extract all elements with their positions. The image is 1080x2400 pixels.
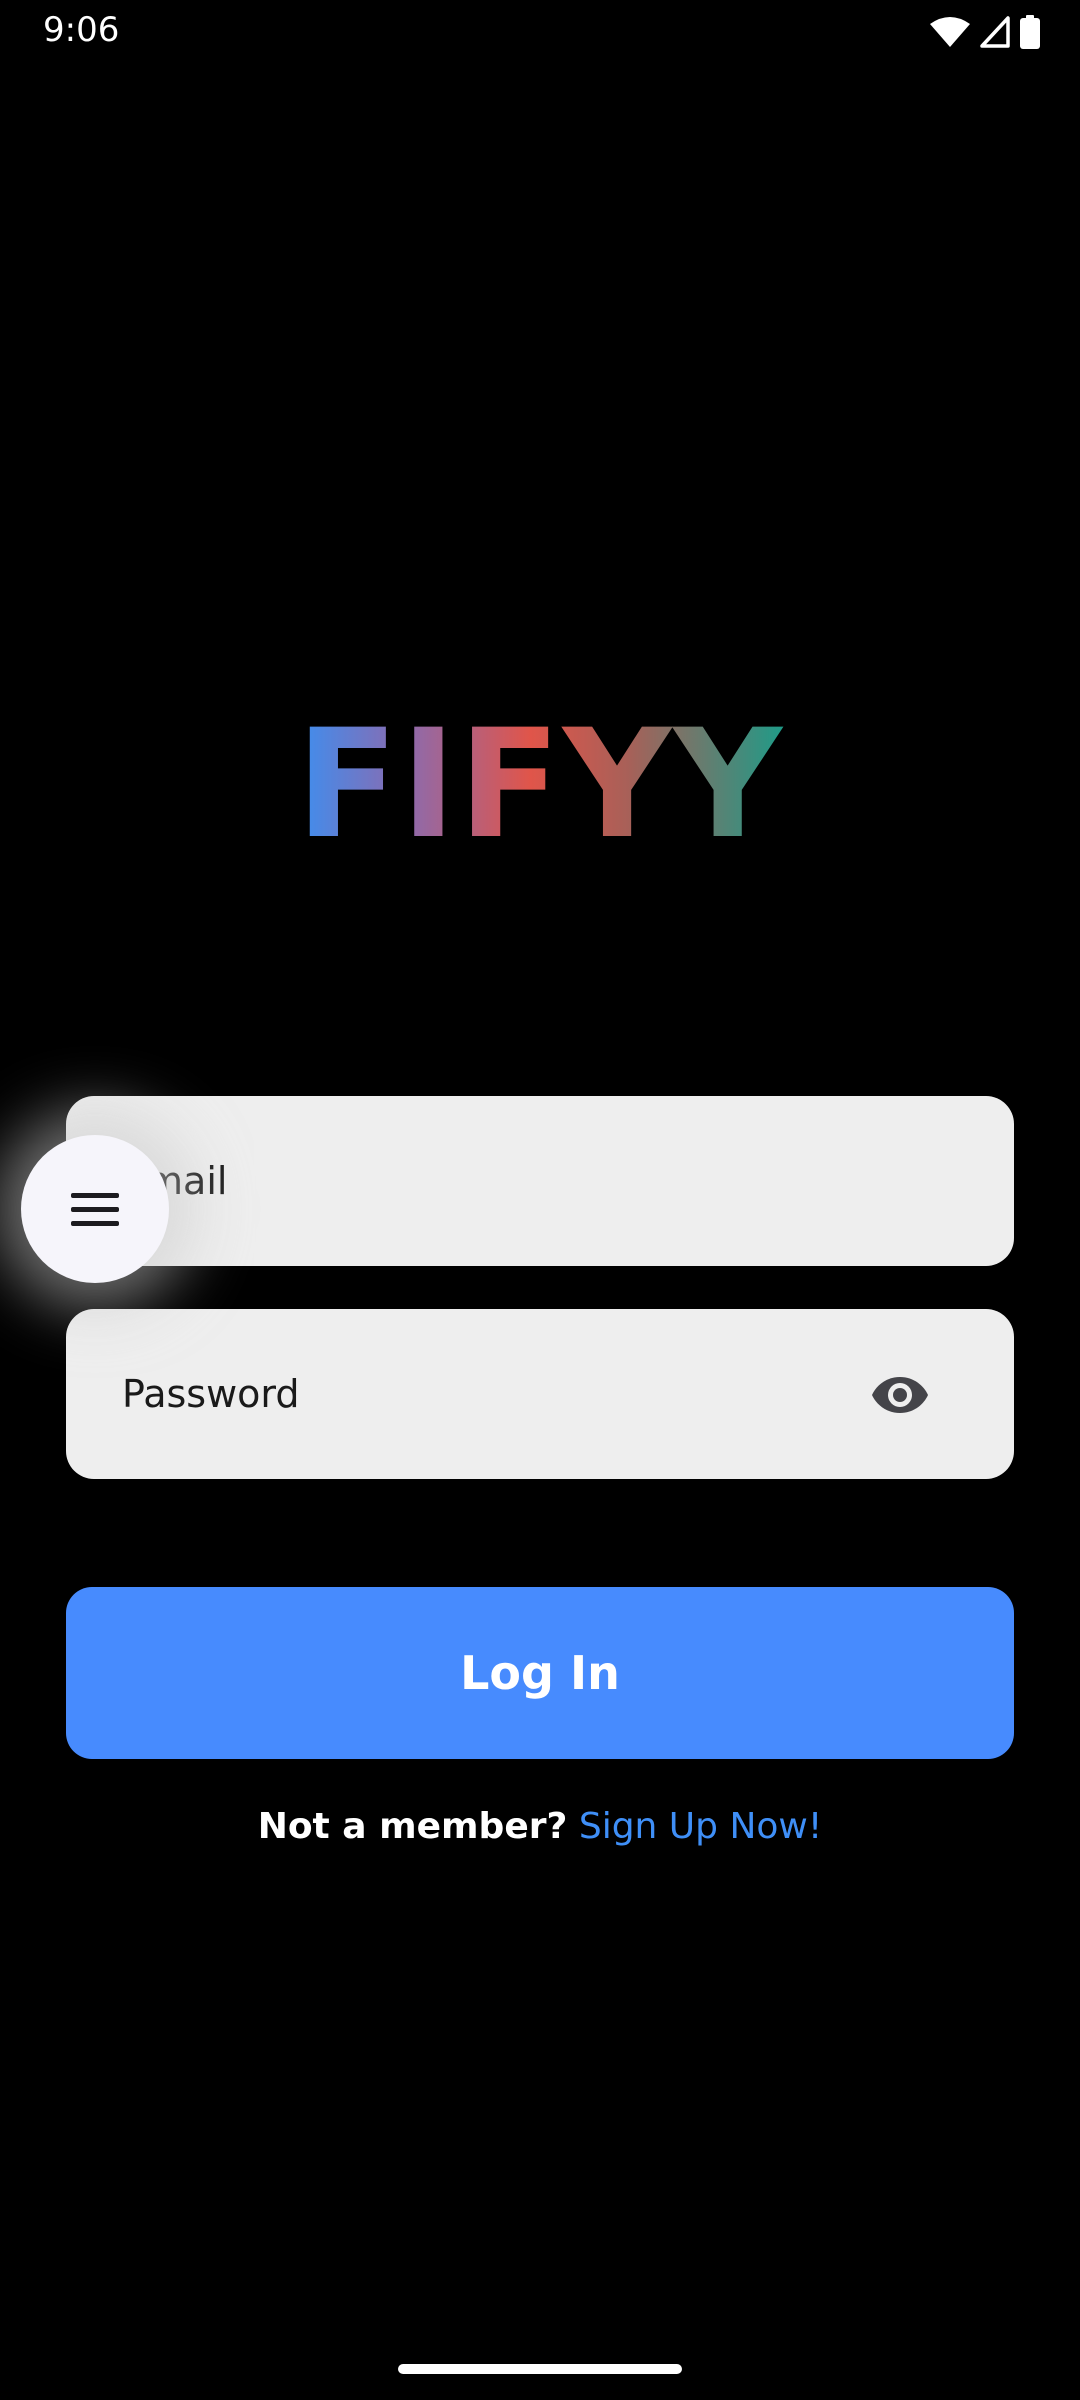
home-indicator[interactable] [398,2364,682,2374]
email-field[interactable] [66,1096,1014,1266]
eye-icon [872,1377,928,1413]
login-button[interactable]: Log In [66,1587,1014,1759]
signup-prompt-line: Not a member? Sign Up Now! [0,1802,1080,1852]
app-logo: FIFYY [0,700,1080,870]
status-time: 9:06 [43,10,120,50]
battery-icon [1020,15,1040,49]
wifi-icon [930,17,970,47]
cellular-signal-icon [980,16,1010,48]
password-input[interactable] [122,1309,842,1479]
app-logo-text: FIFYY [296,698,784,872]
status-bar: 9:06 [0,0,1080,62]
toggle-password-visibility-button[interactable] [870,1365,930,1425]
signup-link[interactable]: Sign Up Now! [579,1806,822,1847]
password-field[interactable] [66,1309,1014,1479]
menu-fab-button[interactable] [21,1135,169,1283]
status-icons [930,12,1040,52]
menu-icon [71,1192,119,1226]
signup-prompt-text: Not a member? [257,1806,568,1847]
email-input[interactable] [122,1096,842,1266]
